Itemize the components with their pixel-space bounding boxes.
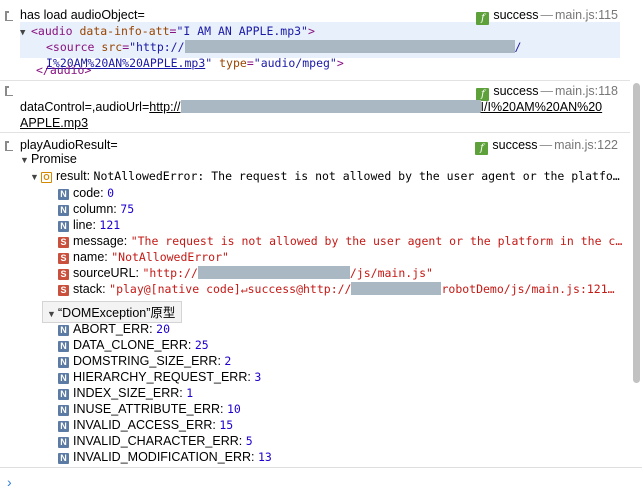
redacted-region: [184, 40, 515, 53]
console-entry-play-result: playAudioResult= f success — main.js:122 ▼ P…: [0, 133, 630, 467]
constant-row[interactable]: N INVALID_CHARACTER_ERR: 5: [58, 434, 253, 448]
prototype-node[interactable]: ▼ “DOMException”原型: [42, 301, 183, 323]
source-file-link[interactable]: main.js:115: [555, 8, 618, 22]
property-row[interactable]: Sname: "NotAllowedError": [58, 250, 229, 264]
property-row[interactable]: Ncode: 0: [58, 186, 114, 200]
constant-row[interactable]: N INDEX_SIZE_ERR: 1: [58, 386, 193, 400]
disclosure-triangle-icon[interactable]: ▼: [20, 28, 31, 38]
function-icon: f: [475, 142, 489, 155]
property-row[interactable]: Ncolumn: 75: [58, 202, 134, 216]
number-type-icon: N: [58, 421, 69, 432]
source-element-node[interactable]: <source src="http:///: [46, 40, 521, 54]
property-row[interactable]: Sstack: "play@[native code]↵success@http…: [58, 282, 615, 296]
number-type-icon: N: [58, 437, 69, 448]
log-icon: [5, 86, 14, 96]
source-label: success: [493, 8, 539, 22]
redacted-region: [197, 266, 350, 279]
number-type-icon: N: [58, 373, 69, 384]
disclosure-triangle-icon[interactable]: ▼: [47, 309, 58, 319]
number-type-icon: N: [58, 205, 69, 216]
constant-row[interactable]: N HIERARCHY_REQUEST_ERR: 3: [58, 370, 261, 384]
console-entry-audio-url: f success — main.js:118 dataControl=,audioU…: [0, 81, 630, 132]
log-message: dataControl=,audioUrl=http://I/I%20AM%20…: [20, 100, 603, 114]
audio-url-link-cont[interactable]: APPLE.mp3: [20, 116, 88, 130]
console-entry-audio-object: has load audioObject= f success — main.js:1…: [0, 0, 630, 83]
number-type-icon: N: [58, 221, 69, 232]
log-icon: [5, 141, 14, 151]
prompt-divider: [0, 467, 642, 468]
source-file-link[interactable]: main.js:118: [555, 84, 618, 98]
redacted-region: [180, 100, 481, 113]
string-type-icon: S: [58, 237, 69, 248]
log-message-cont: APPLE.mp3: [20, 116, 88, 130]
constant-row[interactable]: N DATA_CLONE_ERR: 25: [58, 338, 209, 352]
console-input[interactable]: [20, 472, 620, 492]
source-label: success: [492, 138, 538, 152]
function-icon: f: [476, 12, 490, 25]
audio-element-node[interactable]: ▼ <audio data-info-att="I AM AN APPLE.mp3…: [20, 24, 315, 38]
number-type-icon: N: [58, 325, 69, 336]
property-row[interactable]: SsourceURL: "http:///js/main.js": [58, 266, 433, 280]
promise-node[interactable]: ▼ Promise: [20, 152, 77, 166]
object-type-icon: O: [41, 172, 52, 183]
source-file-link[interactable]: main.js:122: [554, 138, 618, 152]
disclosure-triangle-icon[interactable]: ▼: [20, 155, 31, 165]
disclosure-triangle-icon[interactable]: ▼: [30, 172, 41, 182]
constant-row[interactable]: N INUSE_ATTRIBUTE_ERR: 10: [58, 402, 241, 416]
log-message: playAudioResult=: [20, 138, 118, 152]
log-source[interactable]: f success — main.js:115: [476, 8, 618, 25]
vertical-scrollbar[interactable]: [633, 83, 640, 383]
constant-row[interactable]: N DOMSTRING_SIZE_ERR: 2: [58, 354, 231, 368]
source-label: success: [493, 84, 539, 98]
audio-close-tag: </audio>: [36, 63, 92, 77]
property-row[interactable]: Nline: 121: [58, 218, 120, 232]
string-type-icon: S: [58, 269, 69, 280]
number-type-icon: N: [58, 189, 69, 200]
number-type-icon: N: [58, 453, 69, 464]
log-source[interactable]: f success — main.js:122: [475, 138, 618, 155]
number-type-icon: N: [58, 357, 69, 368]
number-type-icon: N: [58, 389, 69, 400]
log-source[interactable]: f success — main.js:118: [476, 84, 618, 101]
constant-row[interactable]: N INVALID_MODIFICATION_ERR: 13: [58, 450, 272, 464]
string-type-icon: S: [58, 285, 69, 296]
redacted-region: [351, 282, 442, 295]
result-node[interactable]: ▼ Oresult: NotAllowedError: The request i…: [30, 169, 620, 183]
log-message: has load audioObject=: [20, 8, 145, 22]
console-prompt-icon[interactable]: ›: [7, 474, 12, 490]
audio-url-link[interactable]: http://: [149, 100, 180, 114]
constant-row[interactable]: N ABORT_ERR: 20: [58, 322, 170, 336]
number-type-icon: N: [58, 341, 69, 352]
property-row[interactable]: Smessage: "The request is not allowed by…: [58, 234, 622, 248]
log-icon: [5, 11, 14, 21]
number-type-icon: N: [58, 405, 69, 416]
string-type-icon: S: [58, 253, 69, 264]
constant-row[interactable]: N INVALID_ACCESS_ERR: 15: [58, 418, 233, 432]
